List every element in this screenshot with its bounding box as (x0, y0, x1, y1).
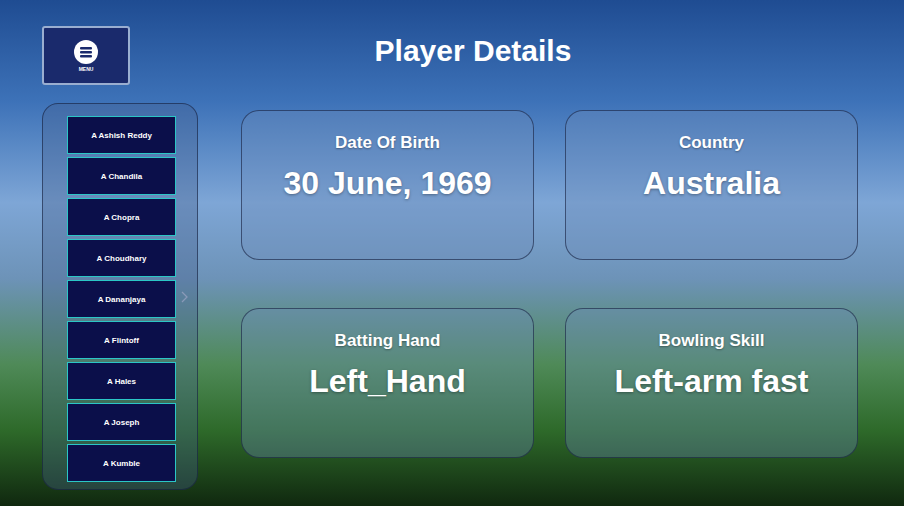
player-button[interactable]: A Chandila (67, 157, 176, 195)
page-title: Player Details (130, 34, 816, 68)
player-button[interactable]: A Choudhary (67, 239, 176, 277)
card-value: 30 June, 1969 (283, 165, 491, 202)
detail-card: Date Of Birth 30 June, 1969 (241, 110, 534, 260)
menu-icon (73, 39, 99, 65)
main-area: A Ashish ReddyA ChandilaA ChopraA Choudh… (42, 103, 904, 490)
detail-card: Batting Hand Left_Hand (241, 308, 534, 458)
card-value: Left-arm fast (615, 363, 809, 400)
player-slicer: A Ashish ReddyA ChandilaA ChopraA Choudh… (42, 103, 198, 490)
header: MENU Player Details (42, 26, 904, 85)
card-label: Bowling Skill (659, 331, 765, 351)
player-button[interactable]: A Joseph (67, 403, 176, 441)
chevron-right-icon[interactable] (181, 291, 189, 303)
card-label: Date Of Birth (335, 133, 440, 153)
player-button[interactable]: A Ashish Reddy (67, 116, 176, 154)
card-value: Left_Hand (309, 363, 465, 400)
player-button[interactable]: A Dananjaya (67, 280, 176, 318)
player-button[interactable]: A Kumble (67, 444, 176, 482)
detail-cards: Date Of Birth 30 June, 1969 Country Austral… (241, 110, 858, 490)
player-button[interactable]: A Chopra (67, 198, 176, 236)
player-button[interactable]: A Hales (67, 362, 176, 400)
menu-button[interactable]: MENU (42, 26, 130, 85)
card-label: Batting Hand (335, 331, 441, 351)
detail-card: Bowling Skill Left-arm fast (565, 308, 858, 458)
menu-label: MENU (79, 67, 94, 72)
player-details-page: MENU Player Details A Ashish ReddyA Chandi… (0, 0, 904, 506)
player-button[interactable]: A Flintoff (67, 321, 176, 359)
card-label: Country (679, 133, 744, 153)
card-value: Australia (643, 165, 780, 202)
detail-card: Country Australia (565, 110, 858, 260)
